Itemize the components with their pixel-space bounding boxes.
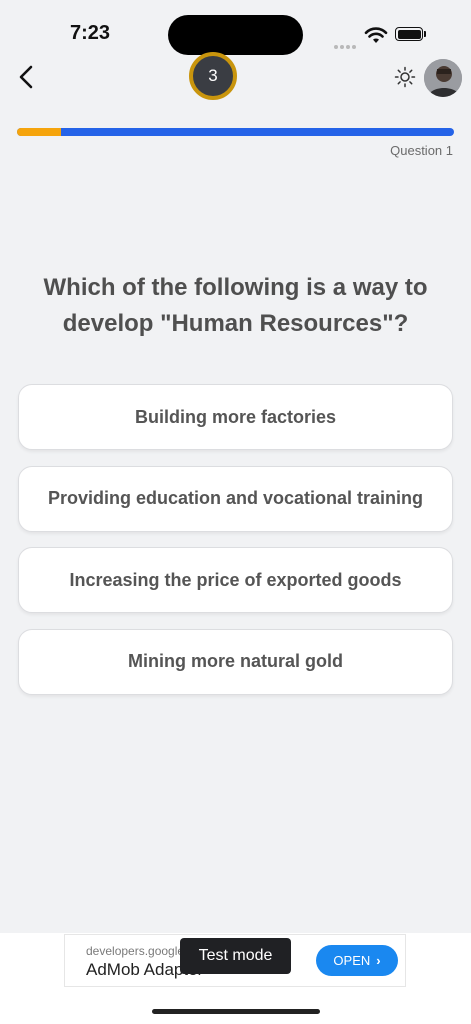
answer-list: Building more factories Providing educat… [18, 384, 453, 710]
question-counter-badge: 3 [189, 52, 237, 100]
ad-open-button[interactable]: OPEN › [316, 945, 398, 976]
answer-option-1[interactable]: Building more factories [18, 384, 453, 450]
sun-icon[interactable] [394, 66, 416, 88]
answer-label: Mining more natural gold [128, 651, 343, 671]
home-indicator[interactable] [152, 1009, 320, 1014]
answer-option-3[interactable]: Increasing the price of exported goods [18, 547, 453, 613]
dynamic-island [168, 15, 303, 55]
question-number-label: Question 1 [390, 143, 453, 158]
status-time: 7:23 [70, 22, 111, 44]
quiz-progress-bar [17, 128, 454, 136]
ad-open-label: OPEN [333, 953, 371, 968]
back-chevron-icon[interactable] [14, 63, 42, 91]
question-text: Which of the following is a way to devel… [43, 274, 428, 337]
answer-option-2[interactable]: Providing education and vocational train… [18, 465, 453, 532]
battery-icon [395, 27, 423, 41]
test-mode-badge: Test mode [180, 938, 291, 974]
answer-option-4[interactable]: Mining more natural gold [18, 628, 453, 695]
status-bar: 7:23 [0, 0, 471, 60]
wifi-icon [364, 27, 388, 43]
answer-label: Increasing the price of exported goods [69, 569, 402, 590]
answer-label: Building more factories [134, 406, 337, 427]
answer-label: Providing education and vocational train… [47, 488, 424, 508]
user-avatar[interactable] [424, 59, 462, 97]
cellular-signal-icon [334, 36, 358, 54]
chevron-right-icon: › [376, 953, 381, 968]
question-counter-value: 3 [208, 66, 218, 85]
quiz-progress-fill [17, 128, 61, 136]
avatar-person-icon [424, 59, 462, 97]
